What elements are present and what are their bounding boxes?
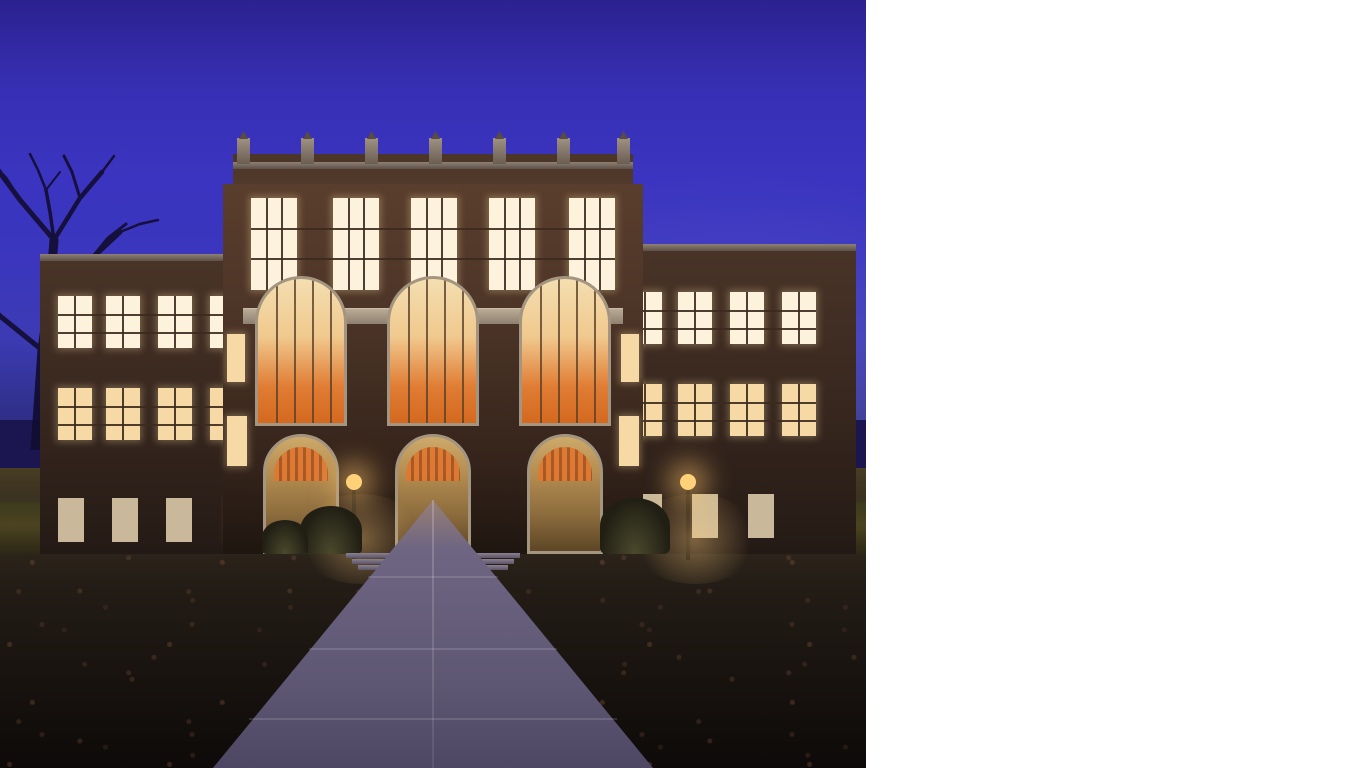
gothic-arch-window xyxy=(387,276,479,426)
login-panel: ALBANY LAW SCHOOL Update Password Submit… xyxy=(866,0,1366,768)
login-page: ALBANY LAW SCHOOL Update Password Submit… xyxy=(0,0,1366,768)
walkway-center-seam xyxy=(432,500,434,768)
background-photo xyxy=(0,0,866,768)
building-central-facade xyxy=(223,184,643,554)
gothic-arch-window xyxy=(519,276,611,426)
gothic-arch-window xyxy=(255,276,347,426)
